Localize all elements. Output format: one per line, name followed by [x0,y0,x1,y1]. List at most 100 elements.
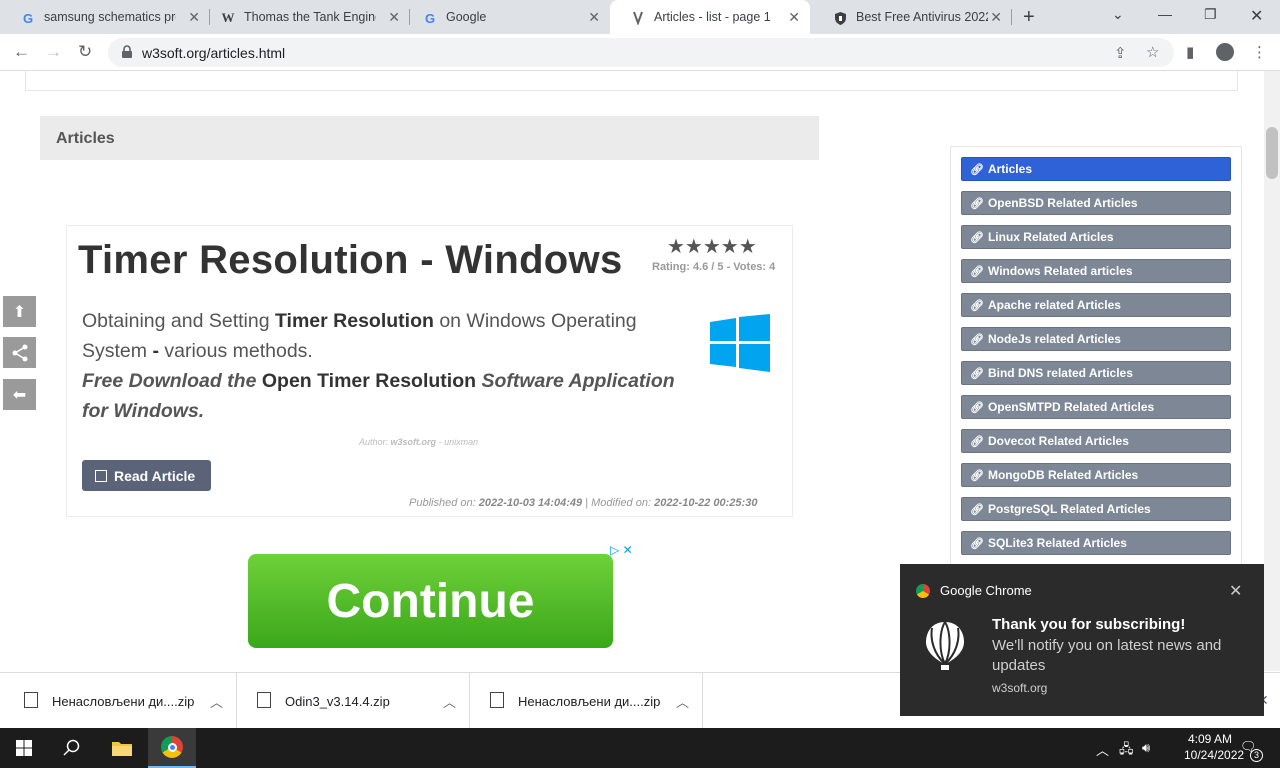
sidebar-item-dovecot[interactable]: 🔗︎ Dovecot Related Articles [961,429,1231,453]
author-label: Author: [359,437,389,447]
sidebar-item-openbsd[interactable]: 🔗︎ OpenBSD Related Articles [961,191,1231,215]
sidebar-item-sqlite3[interactable]: 🔗︎ SQLite3 Related Articles [961,531,1231,555]
menu-icon[interactable]: ⋮ [1252,43,1267,61]
modified-separator: | [585,497,589,509]
link-icon: 🔗︎ [970,401,984,414]
notification-site: w3soft.org [992,681,1048,695]
close-window-icon[interactable]: ✕ [1250,6,1263,26]
tab-title: Best Free Antivirus 2022 [856,10,988,24]
sidebar-item-label: NodeJs related Articles [987,332,1121,346]
desc-bold: Timer Resolution [274,310,434,332]
chrome-taskbar-button[interactable] [148,728,196,768]
restore-icon[interactable]: ❐ [1204,6,1217,23]
sidebar-item-opensmtpd[interactable]: 🔗︎ OpenSMTPD Related Articles [961,395,1231,419]
read-article-button[interactable]: Read Article [82,460,211,491]
sidebar-item-label: OpenBSD Related Articles [987,196,1138,210]
tab-articles[interactable]: Articles - list - page 1 ✕ [610,0,810,34]
header-box [25,71,1238,91]
sidebar-item-nodejs[interactable]: 🔗︎ NodeJs related Articles [961,327,1231,351]
share-icon[interactable]: ⇪ [1114,44,1127,62]
tab-separator [1011,9,1012,25]
close-icon[interactable]: ✕ [788,9,800,26]
modified-label: Modified on: [591,497,652,509]
chevron-up-icon[interactable]: ︿ [443,692,456,711]
sidebar-item-label: Apache related Articles [987,298,1121,312]
desc-text: Obtaining and Setting [82,310,275,332]
sidebar-item-linux[interactable]: 🔗︎ Linux Related Articles [961,225,1231,249]
tab-samsung[interactable]: G samsung schematics prog ✕ [0,0,210,34]
side-panel-icon[interactable]: ▮ [1186,43,1194,61]
clock[interactable]: 4:09 AM 10/24/2022 [1184,731,1245,763]
download-item[interactable]: Ненасловљени ди....zip ︿ [4,673,237,729]
chevron-up-icon[interactable]: ︿ [1096,740,1109,759]
notification-app: Google Chrome [940,583,1032,598]
start-button[interactable] [0,728,48,768]
sidebar-item-binddns[interactable]: 🔗︎ Bind DNS related Articles [961,361,1231,385]
network-icon[interactable]: 🖧︎ [1119,740,1134,762]
tab-google[interactable]: G Google ✕ [402,0,610,34]
close-icon[interactable]: ✕ [588,9,600,26]
notification-count: 3 [1250,749,1263,762]
article-card: Timer Resolution - Windows ★★★★★ Rating:… [66,225,793,517]
article-title[interactable]: Timer Resolution - Windows [78,238,623,283]
new-tab-icon[interactable]: + [1023,6,1035,29]
download-item[interactable]: Odin3_v3.14.4.zip ︿ [237,673,470,729]
chevron-up-icon[interactable]: ︿ [210,692,223,711]
ad-continue-button[interactable]: Continue [248,554,613,648]
tab-antivirus[interactable]: Best Free Antivirus 2022 ✕ [812,0,1012,34]
link-icon: 🔗︎ [970,333,984,346]
reload-icon[interactable]: ↻ [78,42,92,62]
close-icon[interactable]: ✕ [1229,581,1242,601]
sidebar-item-articles[interactable]: 🔗︎ Articles [961,157,1231,181]
rating-stars[interactable]: ★★★★★ [667,234,757,259]
go-back-button[interactable]: ⬅ [3,379,36,410]
forward-icon[interactable]: → [45,42,62,62]
link-icon: 🔗︎ [970,469,984,482]
link-icon: 🔗︎ [970,537,984,550]
address-bar[interactable]: w3soft.org/articles.html ⇪ ☆ [108,38,1174,67]
chevron-up-icon[interactable]: ︿ [676,692,689,711]
search-icon [63,739,80,756]
sidebar-item-label: MongoDB Related Articles [987,468,1139,482]
scroll-top-button[interactable]: ⬆ [3,296,36,327]
download-filename: Ненасловљени ди....zip [52,694,195,709]
page-scrollbar[interactable] [1264,71,1280,671]
scroll-thumb[interactable] [1266,127,1278,179]
search-button[interactable] [48,728,96,768]
sidebar-item-label: Windows Related articles [987,264,1133,278]
share-button[interactable] [3,337,36,368]
browser-toolbar: ← → ↻ w3soft.org/articles.html ⇪ ☆ ▮ ⋮ [0,34,1280,71]
url-text: w3soft.org/articles.html [142,45,286,61]
profile-icon[interactable] [1216,43,1234,61]
read-article-label: Read Article [114,467,196,484]
sidebar-item-label: Dovecot Related Articles [987,434,1129,448]
author-site: w3soft.org [390,437,437,447]
zip-file-icon [24,692,38,708]
author-name: - unixman [438,437,479,447]
balloon-logo-icon [926,621,964,670]
sidebar-item-label: Articles [987,162,1032,176]
close-icon[interactable]: ✕ [990,9,1002,26]
sidebar-item-mongodb[interactable]: 🔗︎ MongoDB Related Articles [961,463,1231,487]
close-icon[interactable]: ✕ [388,9,400,26]
file-explorer-button[interactable] [98,728,146,768]
chevron-down-icon[interactable]: ⌄ [1112,6,1124,23]
sidebar-item-windows[interactable]: 🔗︎ Windows Related articles [961,259,1231,283]
windows-start-icon [16,740,32,756]
clock-date: 10/24/2022 [1184,748,1245,762]
section-header: Articles [40,116,819,160]
sidebar-item-postgresql[interactable]: 🔗︎ PostgreSQL Related Articles [961,497,1231,521]
adchoices-icon[interactable]: ▷ ✕ [610,543,633,557]
volume-icon[interactable]: 🔊︎ [1142,740,1150,756]
tab-thomas[interactable]: W Thomas the Tank Engine ✕ [200,0,410,34]
link-icon: 🔗︎ [970,197,984,210]
bookmark-star-icon[interactable]: ☆ [1146,43,1159,61]
chrome-notification[interactable]: Google Chrome ✕ Thank you for subscribin… [900,564,1264,716]
tab-strip: G samsung schematics prog ✕ W Thomas the… [0,0,1280,34]
back-icon[interactable]: ← [13,42,30,62]
close-icon[interactable]: ✕ [188,9,200,26]
download-item[interactable]: Ненасловљени ди....zip ︿ [470,673,703,729]
sidebar-item-apache[interactable]: 🔗︎ Apache related Articles [961,293,1231,317]
wikipedia-icon: W [221,10,235,25]
minimize-icon[interactable]: — [1158,6,1172,22]
